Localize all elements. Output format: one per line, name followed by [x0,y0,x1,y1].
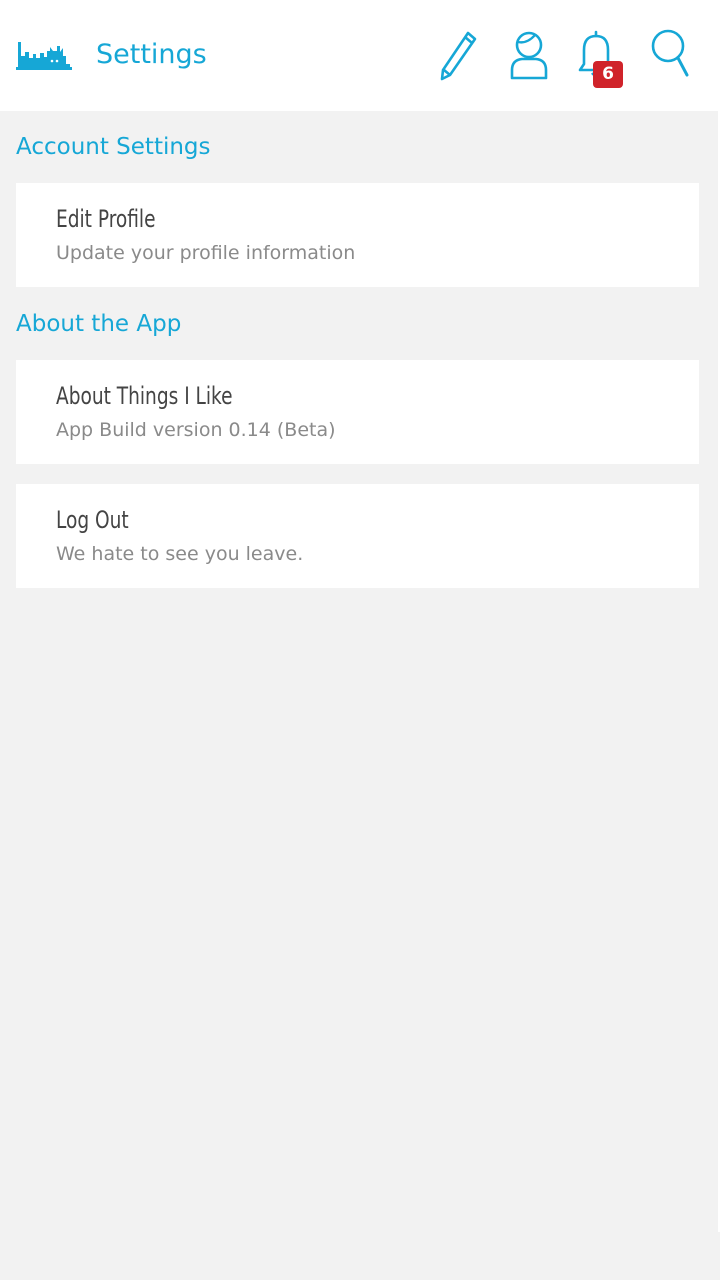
log-out-item[interactable]: Log Out We hate to see you leave. [16,484,699,588]
pencil-icon[interactable] [436,28,488,84]
section-title-account: Account Settings [16,134,211,160]
notification-badge: 6 [593,61,623,88]
city-skyline-icon[interactable] [16,34,74,74]
item-subtitle: We hate to see you leave. [56,543,304,565]
about-app-item[interactable]: About Things I Like App Build version 0.… [16,360,699,464]
item-subtitle: App Build version 0.14 (Beta) [56,419,336,441]
section-title-about: About the App [16,311,182,337]
item-title: About Things I Like [56,382,233,410]
item-subtitle: Update your profile information [56,242,356,264]
item-title: Edit Profile [56,205,156,233]
app-header: Settings 6 [0,0,720,111]
profile-icon[interactable] [505,28,557,84]
search-icon[interactable] [646,26,698,82]
page-title: Settings [96,39,207,70]
item-title: Log Out [56,506,129,534]
edit-profile-item[interactable]: Edit Profile Update your profile informa… [16,183,699,287]
